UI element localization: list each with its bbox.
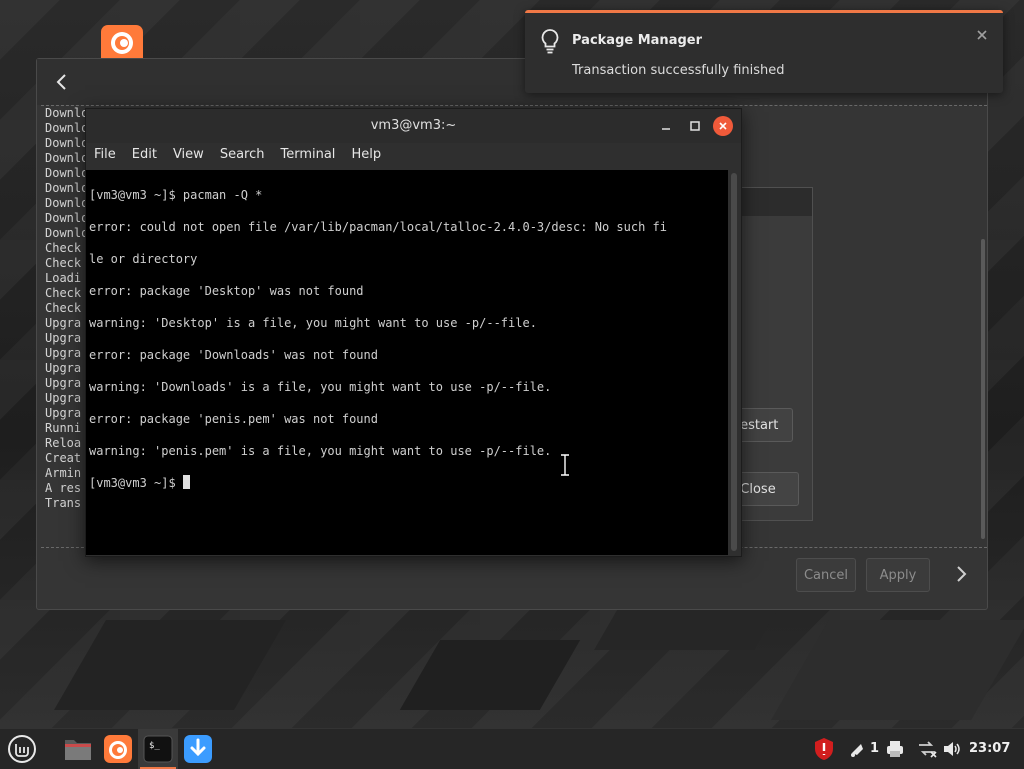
terminal-line: warning: 'penis.pem' is a file, you migh…	[89, 444, 552, 458]
terminal-line: le or directory	[89, 252, 198, 266]
lightbulb-icon	[541, 29, 559, 54]
prompt-line: [vm3@vm3 ~]$	[89, 475, 667, 491]
maximize-icon	[690, 121, 700, 131]
menu-edit[interactable]: Edit	[124, 145, 165, 170]
menu-terminal[interactable]: Terminal	[272, 145, 343, 170]
notification-title: Package Manager	[572, 33, 702, 48]
text-cursor	[182, 475, 190, 489]
back-button[interactable]	[51, 71, 73, 93]
volume-tray-item[interactable]	[942, 729, 962, 769]
window-title: vm3@vm3:~	[370, 118, 457, 133]
close-window-button[interactable]	[713, 116, 733, 136]
taskbar: $_ 1 23:07	[0, 728, 1024, 769]
firefox-launcher[interactable]	[100, 729, 136, 769]
shield-icon	[815, 738, 833, 760]
wallpaper-shape	[771, 620, 1024, 720]
cancel-button[interactable]: Cancel	[796, 558, 856, 592]
menu-search[interactable]: Search	[212, 145, 273, 170]
divider	[41, 105, 987, 106]
close-icon	[719, 122, 727, 130]
minimize-button[interactable]	[656, 116, 676, 136]
terminal-line: error: could not open file /var/lib/pacm…	[89, 220, 667, 234]
terminal-window: vm3@vm3:~ File Edit View Search Terminal…	[85, 108, 742, 557]
firefox-icon	[104, 735, 132, 763]
svg-text:$_: $_	[149, 741, 160, 751]
maximize-button[interactable]	[685, 116, 705, 136]
wallpaper-shape	[399, 640, 581, 710]
update-manager-launcher[interactable]	[180, 729, 216, 769]
minimize-icon	[662, 128, 670, 130]
terminal-line: [vm3@vm3 ~]$ pacman -Q *	[89, 188, 263, 202]
notification-close-button[interactable]	[977, 28, 987, 44]
terminal-icon: $_	[143, 735, 173, 763]
terminal-scrollbar[interactable]	[731, 173, 737, 551]
terminal-taskbar-button[interactable]: $_	[138, 729, 178, 769]
close-icon	[977, 30, 987, 40]
network-tray-item[interactable]	[917, 729, 937, 769]
volume-icon	[944, 742, 960, 756]
printer-icon	[887, 741, 903, 757]
back-arrow-icon	[56, 74, 66, 90]
bell-icon	[851, 744, 863, 757]
notification-count: 1	[870, 741, 880, 756]
mint-menu-icon	[8, 735, 36, 763]
terminal-menubar: File Edit View Search Terminal Help	[86, 145, 741, 170]
firefox-icon	[111, 32, 133, 54]
terminal-line: warning: 'Desktop' is a file, you might …	[89, 316, 537, 330]
update-manager-icon	[184, 735, 212, 763]
scrollbar[interactable]	[981, 239, 985, 539]
terminal-text: [vm3@vm3 ~]$ pacman -Q * error: could no…	[89, 171, 667, 523]
menu-view[interactable]: View	[165, 145, 212, 170]
menu-help[interactable]: Help	[343, 145, 389, 170]
terminal-line: error: package 'penis.pem' was not found	[89, 412, 378, 426]
network-icon	[919, 741, 937, 758]
desktop-firefox-icon[interactable]	[101, 25, 143, 59]
menu-button[interactable]	[4, 729, 40, 769]
printer-tray-item[interactable]	[886, 729, 904, 769]
clock[interactable]: 23:07	[969, 741, 1010, 756]
terminal-line: warning: 'Downloads' is a file, you migh…	[89, 380, 552, 394]
terminal-line: error: package 'Desktop' was not found	[89, 284, 364, 298]
notifications-tray-item[interactable]	[848, 729, 866, 769]
notification-body: Transaction successfully finished	[572, 63, 785, 78]
terminal-titlebar[interactable]: vm3@vm3:~	[86, 109, 741, 143]
notification-popup[interactable]: Package Manager Transaction successfully…	[525, 10, 1003, 93]
prompt-text: [vm3@vm3 ~]$	[89, 476, 183, 490]
wallpaper-shape	[54, 620, 286, 710]
text-cursor-icon	[561, 454, 569, 476]
next-button[interactable]	[949, 561, 973, 587]
menu-file[interactable]: File	[86, 145, 124, 170]
terminal-line: error: package 'Downloads' was not found	[89, 348, 378, 362]
forward-arrow-icon	[957, 566, 967, 582]
terminal-output[interactable]: [vm3@vm3 ~]$ pacman -Q * error: could no…	[86, 170, 728, 555]
shield-tray-item[interactable]	[813, 729, 835, 769]
files-launcher[interactable]	[60, 729, 96, 769]
folder-icon	[65, 740, 91, 760]
apply-button[interactable]: Apply	[866, 558, 930, 592]
